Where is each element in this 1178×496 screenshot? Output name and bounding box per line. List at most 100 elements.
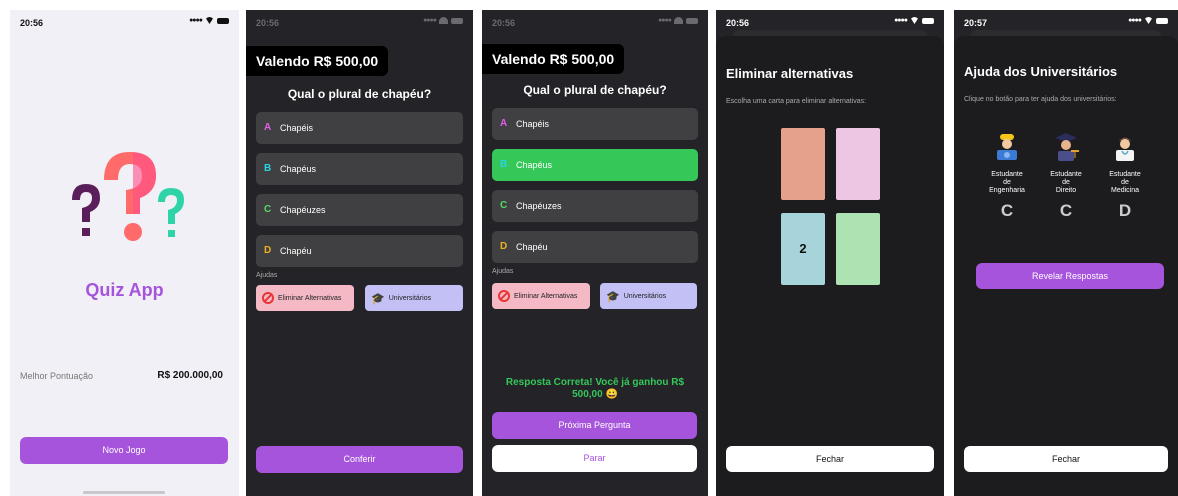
close-button[interactable]: Fechar [726, 446, 934, 472]
best-score-label: Melhor Pontuação [20, 371, 94, 381]
status-time: 20:57 [964, 18, 988, 28]
wifi-icon [910, 17, 919, 24]
option-a[interactable]: A Chapéis [492, 108, 698, 140]
question-text: Qual o plural de chapéu? [287, 87, 432, 101]
option-text: Chapéu [516, 242, 548, 252]
close-button[interactable]: Fechar [964, 446, 1168, 472]
option-b-correct[interactable]: B Chapéus [492, 149, 698, 181]
student-answer: D [1118, 201, 1132, 220]
sheet-title: Ajuda dos Universitários [964, 64, 1118, 79]
eliminate-help-button[interactable]: Eliminar Alternativas [256, 285, 354, 311]
prohibited-icon [498, 290, 510, 302]
wifi-icon [439, 17, 448, 24]
eliminate-label: Eliminar Alternativas [514, 292, 578, 300]
option-letter: D [264, 245, 272, 256]
question-screen: 20:56 ●●●● Valendo R$ 500,00 Qual o plur… [246, 10, 473, 496]
students-help-button[interactable]: 🎓 Universitários [600, 283, 697, 309]
option-text: Chapéuzes [516, 201, 562, 211]
student-medicine: Estudante de Medicina D [1095, 132, 1155, 221]
question-marks-logo-icon [72, 152, 184, 241]
student-label: de [1062, 179, 1070, 186]
option-letter: C [264, 204, 272, 215]
status-time: 20:56 [492, 18, 516, 28]
home-indicator [83, 491, 165, 494]
app-title: Quiz App [85, 280, 164, 300]
battery-icon [686, 17, 698, 24]
status-time: 20:56 [20, 18, 44, 28]
card-number: 2 [799, 241, 807, 256]
option-text: Chapéuzes [280, 205, 326, 215]
student-label: Estudante [991, 171, 1023, 178]
student-label: Medicina [1110, 187, 1139, 194]
battery-icon [217, 17, 229, 24]
students-help-button[interactable]: 🎓 Universitários [365, 285, 463, 311]
card-4[interactable] [836, 213, 880, 285]
help-section-label: Ajudas [256, 272, 278, 279]
wifi-icon [1144, 17, 1153, 24]
option-letter: B [500, 159, 508, 170]
status-bar: 20:56 ●●●● [726, 17, 934, 31]
graduation-cap-icon: 🎓 [371, 292, 385, 305]
option-letter: A [500, 118, 508, 129]
option-letter: C [500, 200, 508, 211]
student-label: de [1003, 179, 1011, 186]
sheet-title: Eliminar alternativas [726, 66, 854, 81]
wifi-icon [674, 17, 683, 24]
best-score-value: R$ 200.000,00 [157, 370, 223, 381]
eliminate-label: Eliminar Alternativas [278, 294, 342, 302]
status-time: 20:56 [256, 18, 280, 28]
student-label: Estudante [1050, 171, 1082, 178]
signal-icon: ●●●● [658, 17, 672, 24]
stop-button[interactable]: Parar [492, 445, 697, 472]
student-label: Direito [1055, 187, 1077, 194]
option-a[interactable]: A Chapéis [256, 112, 463, 144]
option-c[interactable]: C Chapéuzes [492, 190, 698, 222]
status-bar: 20:56 ●●●● [20, 17, 229, 31]
status-bar: 20:56 ●●●● [492, 17, 698, 31]
students-sheet: Ajuda dos Universitários Clique no botão… [954, 36, 1178, 496]
battery-icon [922, 17, 934, 24]
option-text: Chapéis [516, 119, 550, 129]
option-letter: B [264, 163, 272, 174]
card-3-revealed[interactable]: 2 [781, 213, 825, 285]
student-label: Estudante [1109, 171, 1141, 178]
help-section-label: Ajudas [492, 268, 514, 275]
new-game-button[interactable]: Novo Jogo [20, 437, 228, 464]
result-screen: 20:56 ●●●● Valendo R$ 500,00 Qual o plur… [482, 10, 708, 496]
reveal-answers-button[interactable]: Revelar Respostas [976, 263, 1164, 289]
check-answer-button[interactable]: Conferir [256, 446, 463, 473]
student-law: Estudante de Direito C [1036, 132, 1096, 221]
option-b[interactable]: B Chapéus [256, 153, 463, 185]
signal-icon: ●●●● [1128, 17, 1142, 24]
home-screen: 20:56 ●●●● Quiz App Melhor Pontuação R$ … [10, 10, 239, 496]
eliminate-modal-screen: 20:56 ●●●● Eliminar alternativas Escolha… [716, 10, 944, 496]
option-d[interactable]: D Chapéu [256, 235, 463, 267]
eliminate-help-button[interactable]: Eliminar Alternativas [492, 283, 590, 309]
student-label: de [1121, 179, 1129, 186]
option-letter: A [264, 122, 272, 133]
student-answer: C [1059, 201, 1073, 220]
doctor-avatar-icon [1116, 137, 1134, 161]
graduation-cap-icon: 🎓 [606, 290, 620, 303]
signal-icon: ●●●● [423, 17, 437, 24]
status-bar: 20:56 ●●●● [256, 17, 463, 31]
prize-badge: Valendo R$ 500,00 [246, 46, 389, 76]
option-letter: D [500, 241, 508, 252]
option-d[interactable]: D Chapéu [492, 231, 698, 263]
status-time: 20:56 [726, 18, 750, 28]
students-label: Universitários [388, 294, 432, 302]
student-label: Engenharia [989, 187, 1025, 194]
option-text: Chapéu [280, 246, 312, 256]
students-label: Universitários [623, 292, 667, 300]
student-answer: C [1000, 201, 1014, 220]
signal-icon: ●●●● [189, 17, 203, 24]
students-modal-screen: 20:57 ●●●● Ajuda dos Universitários Cliq… [954, 10, 1178, 496]
sheet-description: Clique no botão para ter ajuda dos unive… [964, 96, 1117, 103]
option-c[interactable]: C Chapéuzes [256, 194, 463, 226]
status-bar: 20:57 ●●●● [964, 17, 1168, 31]
next-question-button[interactable]: Próxima Pergunta [492, 412, 697, 439]
card-2[interactable] [836, 128, 880, 200]
card-1[interactable] [781, 128, 825, 200]
wifi-icon [205, 17, 214, 24]
engineer-avatar-icon [997, 134, 1017, 160]
